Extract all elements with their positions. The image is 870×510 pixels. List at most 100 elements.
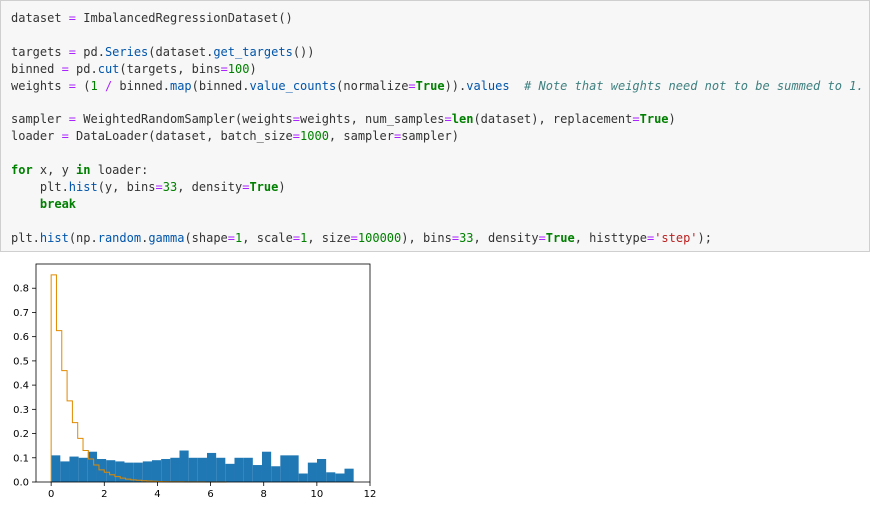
code-token: (shape <box>184 230 228 245</box>
x-tick-label: 8 <box>261 489 267 500</box>
code-token: True <box>415 78 445 93</box>
code-token: 'step' <box>654 230 698 245</box>
x-tick-label: 0 <box>48 489 54 500</box>
histogram-bar <box>133 462 143 482</box>
code-line: loader = DataLoader(dataset, batch_size=… <box>11 128 864 145</box>
code-token: = <box>292 230 301 245</box>
code-token: values <box>466 78 510 93</box>
code-token: 33 <box>162 179 178 194</box>
histogram-bar <box>197 457 207 482</box>
code-token: ImbalancedRegressionDataset() <box>76 11 293 25</box>
code-token: ) <box>249 61 257 76</box>
y-tick-label: 0.8 <box>13 284 29 295</box>
code-line: weights = (1 / binned.map(binned.value_c… <box>11 78 864 95</box>
code-line: plt.hist(np.random.gamma(shape=1, scale=… <box>11 230 864 247</box>
y-tick-label: 0.3 <box>13 405 29 416</box>
code-line: plt.hist(y, bins=33, density=True) <box>11 179 864 196</box>
code-token: 1 <box>90 78 98 93</box>
code-token: ) <box>668 112 676 127</box>
code-token: gamma <box>148 230 185 245</box>
code-token: binned. <box>112 78 170 93</box>
code-token: , sampler <box>328 129 394 144</box>
code-token: (binned. <box>191 78 250 93</box>
code-token: ( <box>76 78 91 93</box>
code-token: map <box>169 78 192 93</box>
code-token: WeightedRandomSampler(weights <box>76 112 293 127</box>
code-token: binned <box>11 61 62 76</box>
y-tick-label: 0.2 <box>13 429 29 440</box>
code-cell[interactable]: dataset = ImbalancedRegressionDataset() t… <box>0 0 870 252</box>
code-token: = <box>220 61 228 76</box>
code-token: loader <box>11 129 62 144</box>
x-tick-label: 10 <box>310 489 323 500</box>
code-token: random <box>97 230 142 245</box>
code-line: break <box>11 196 864 213</box>
y-tick-label: 0.4 <box>13 381 29 392</box>
histogram-chart: 0 2 4 6 8 10 12 0.0 0.1 0.2 0.3 0.4 0.5 0.6 0.7 0.8 <box>13 263 376 500</box>
code-token: pd. <box>76 44 105 59</box>
histogram-bar <box>243 457 253 482</box>
code-line: binned = pd.cut(targets, bins=100) <box>11 61 864 78</box>
histogram-bar <box>344 468 354 482</box>
code-token: 33 <box>459 230 474 245</box>
histogram-bar <box>60 461 70 482</box>
code-token: = <box>444 112 452 127</box>
histogram-bar <box>206 452 217 482</box>
code-token: = <box>61 129 69 144</box>
code-token: plt. <box>11 179 69 194</box>
histogram-bar <box>234 457 244 482</box>
code-token: = <box>451 230 460 245</box>
histogram-bar <box>225 463 235 482</box>
output-area: 0 2 4 6 8 10 12 0.0 0.1 0.2 0.3 0.4 0.5 0.6 0.7 0.8 <box>0 252 870 506</box>
code-token: = <box>68 44 77 59</box>
code-token: , density <box>177 179 243 194</box>
histogram-bar <box>78 457 88 482</box>
code-token: ) <box>278 179 286 194</box>
histogram-bar <box>280 455 290 482</box>
histogram-bar <box>289 455 299 482</box>
histogram-bar <box>188 457 198 482</box>
code-token: , size <box>307 230 351 245</box>
code-token: , histtype <box>574 230 647 245</box>
code-token: True <box>639 112 669 127</box>
code-token: Series <box>104 44 149 59</box>
y-tick-label: 0.7 <box>13 308 29 319</box>
histogram-bar <box>179 450 189 482</box>
code-token: len <box>451 112 474 127</box>
code-token: = <box>292 129 301 144</box>
code-token: = <box>350 230 358 245</box>
code-token: 100000 <box>357 230 402 245</box>
code-token: ); <box>697 230 712 245</box>
code-token: = <box>68 11 77 25</box>
x-tick-label: 2 <box>101 489 107 500</box>
code-token: plt. <box>11 230 40 245</box>
plot-frame <box>35 263 371 483</box>
code-editor[interactable]: dataset = ImbalancedRegressionDataset() t… <box>11 10 864 246</box>
code-token: hist <box>39 230 69 245</box>
histogram-bar <box>216 457 226 482</box>
y-tick-label: 0.0 <box>13 478 29 489</box>
code-token: 1000 <box>300 129 329 144</box>
code-token: (targets, bins <box>119 61 221 76</box>
histogram-bar <box>271 466 281 482</box>
code-token: for <box>11 163 33 178</box>
y-tick-label: 0.6 <box>13 332 29 343</box>
code-token: = <box>292 112 301 127</box>
code-token: loader: <box>90 163 149 178</box>
code-token: break <box>39 196 77 211</box>
code-token: , scale <box>242 230 293 245</box>
code-token: ()) <box>292 44 315 59</box>
code-token: get_targets <box>213 44 293 59</box>
code-token: = <box>68 78 77 93</box>
code-token: dataset <box>11 11 69 25</box>
code-token: = <box>61 61 69 76</box>
x-tick-label: 4 <box>154 489 160 500</box>
histogram-bar <box>69 456 79 482</box>
code-token: # Note that weights need not to be summe… <box>524 78 864 93</box>
code-token: = <box>227 230 236 245</box>
histogram-bar <box>316 458 327 482</box>
